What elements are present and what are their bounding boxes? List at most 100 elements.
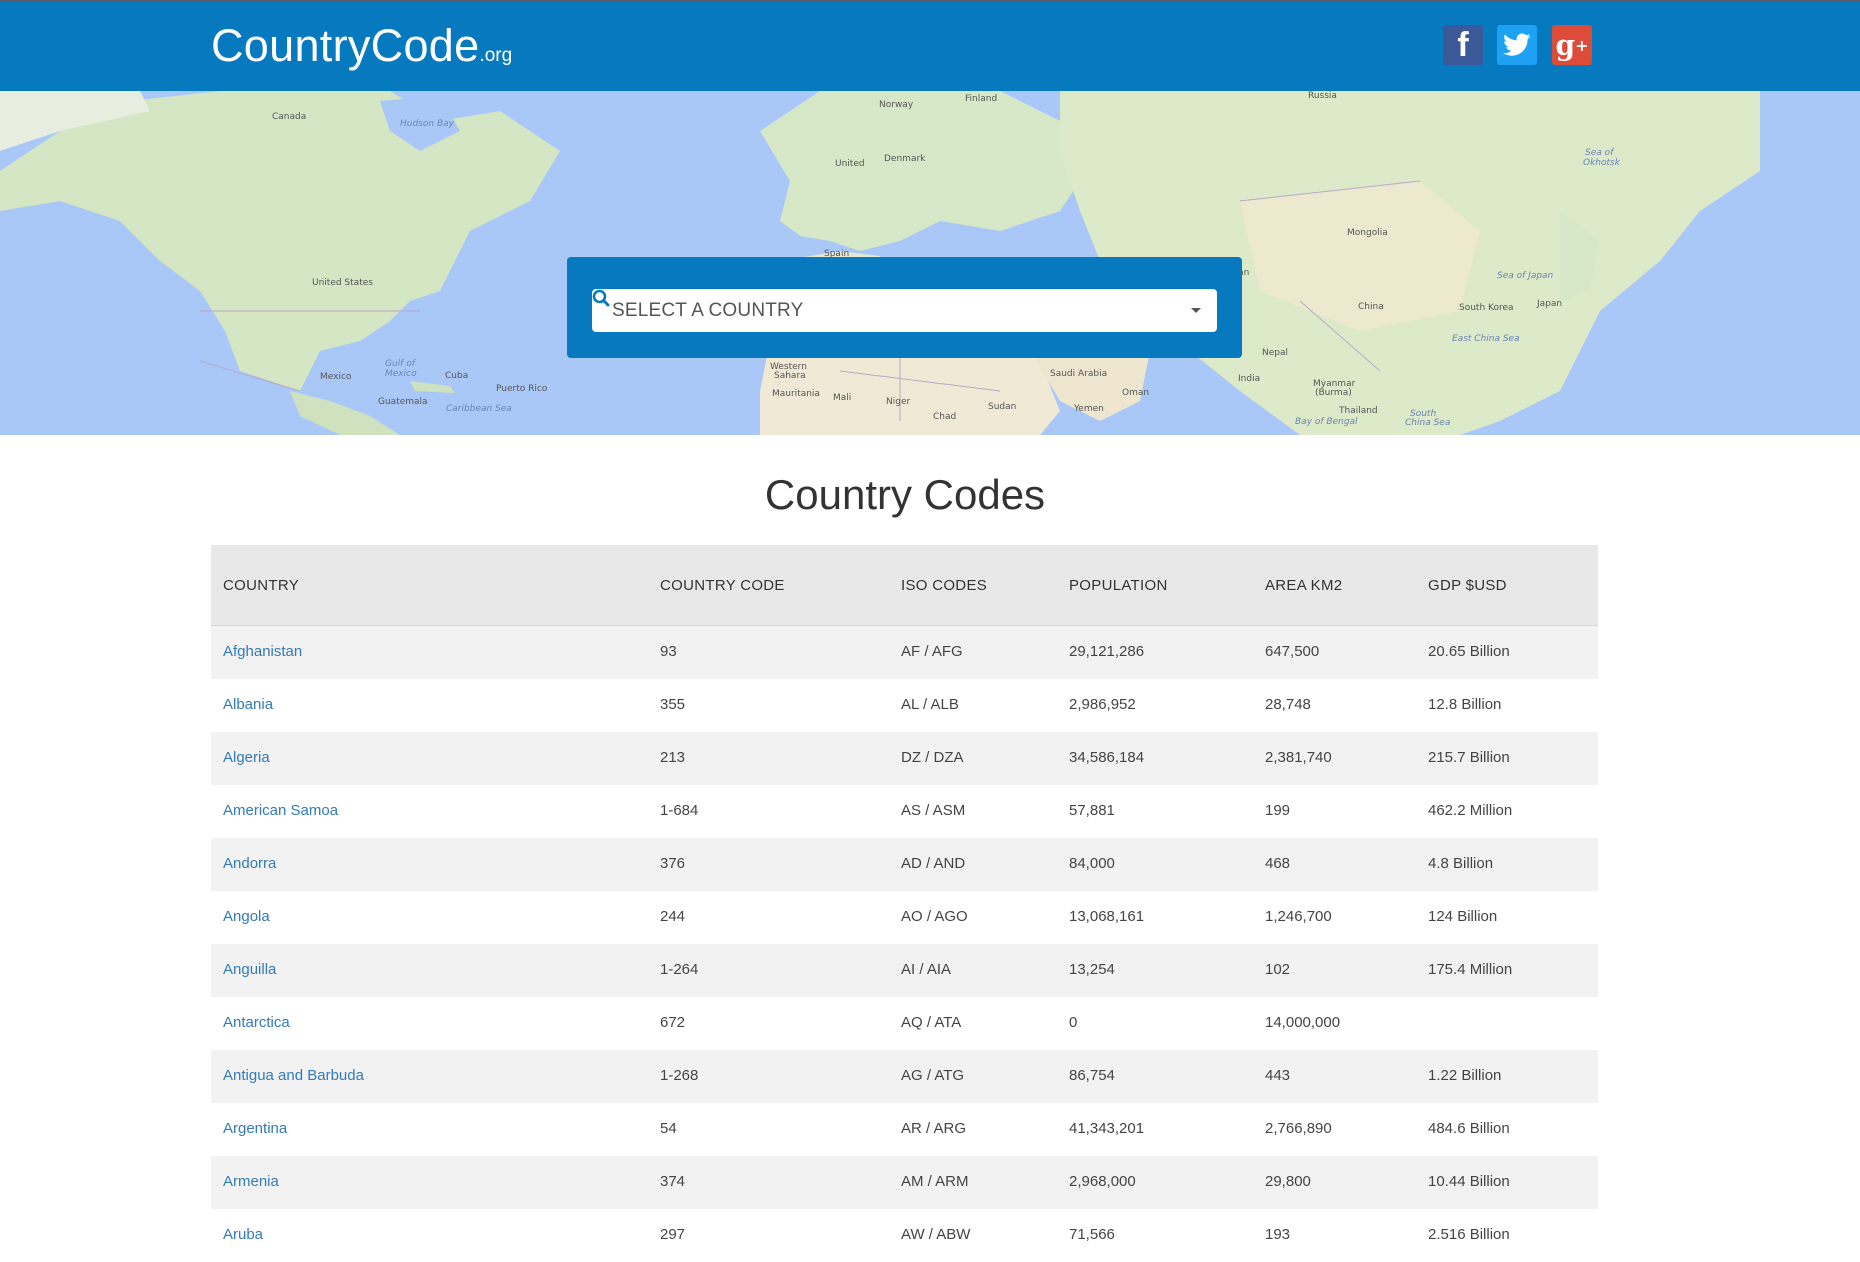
- iso-codes-cell: AS / ASM: [901, 802, 966, 819]
- population-cell: 2,986,952: [1069, 696, 1136, 713]
- country-link[interactable]: Angola: [223, 908, 270, 925]
- table-row: American Samoa 1-684 AS / ASM 57,881 199 462.…: [211, 785, 1598, 838]
- table-row: Afghanistan 93 AF / AFG 29,121,286 647,500 20…: [211, 626, 1598, 679]
- country-link[interactable]: Argentina: [223, 1120, 287, 1137]
- gdp-cell: 175.4 Million: [1428, 961, 1513, 978]
- area-cell: 1,246,700: [1265, 908, 1332, 925]
- country-link[interactable]: Andorra: [223, 855, 276, 872]
- area-cell: 647,500: [1265, 643, 1320, 660]
- world-map-banner: Canada Hudson Bay United States Mexico G…: [0, 91, 1860, 435]
- gdp-cell: 462.2 Million: [1428, 802, 1513, 819]
- table-row: Armenia 374 AM / ARM 2,968,000 29,800 10.44 B…: [211, 1156, 1598, 1209]
- svg-text:Nepal: Nepal: [1262, 348, 1288, 358]
- country-code-cell: 1-264: [660, 961, 699, 978]
- country-link[interactable]: Armenia: [223, 1173, 279, 1190]
- iso-codes-cell: AQ / ATA: [901, 1014, 962, 1031]
- iso-codes-cell: DZ / DZA: [901, 749, 964, 766]
- country-link[interactable]: American Samoa: [223, 802, 338, 819]
- header-gdp[interactable]: GDP $USD: [1428, 577, 1507, 594]
- svg-text:Yemen: Yemen: [1073, 404, 1104, 414]
- svg-text:China Sea: China Sea: [1405, 418, 1450, 428]
- svg-text:Thailand: Thailand: [1338, 406, 1378, 416]
- area-cell: 29,800: [1265, 1173, 1311, 1190]
- table-row: Argentina 54 AR / ARG 41,343,201 2,766,890 48…: [211, 1103, 1598, 1156]
- header-population[interactable]: POPULATION: [1069, 577, 1168, 594]
- country-link[interactable]: Aruba: [223, 1226, 263, 1243]
- svg-text:Okhotsk: Okhotsk: [1583, 158, 1621, 168]
- site-logo[interactable]: CountryCode.org: [211, 20, 512, 72]
- country-codes-table: COUNTRY COUNTRY CODE ISO CODES POPULATIO…: [211, 545, 1598, 1262]
- gdp-cell: 12.8 Billion: [1428, 696, 1502, 713]
- svg-text:Sahara: Sahara: [774, 371, 806, 381]
- country-link[interactable]: Afghanistan: [223, 643, 302, 660]
- country-code-cell: 376: [660, 855, 686, 872]
- svg-text:East China Sea: East China Sea: [1452, 334, 1520, 344]
- population-cell: 57,881: [1069, 802, 1115, 819]
- population-cell: 29,121,286: [1069, 643, 1145, 660]
- area-cell: 443: [1265, 1067, 1291, 1084]
- country-link[interactable]: Anguilla: [223, 961, 276, 978]
- iso-codes-cell: AR / ARG: [901, 1120, 967, 1137]
- iso-codes-cell: AG / ATG: [901, 1067, 965, 1084]
- svg-text:Sea of Japan: Sea of Japan: [1497, 271, 1554, 281]
- svg-text:Gulf of: Gulf of: [385, 359, 417, 369]
- gdp-cell: 484.6 Billion: [1428, 1120, 1510, 1137]
- header-area[interactable]: AREA KM2: [1265, 577, 1342, 594]
- chevron-down-icon: [1191, 308, 1201, 313]
- country-search-panel: SELECT A COUNTRY: [567, 257, 1242, 358]
- country-code-cell: 1-268: [660, 1067, 699, 1084]
- svg-text:Niger: Niger: [886, 397, 910, 407]
- area-cell: 2,381,740: [1265, 749, 1332, 766]
- iso-codes-cell: AF / AFG: [901, 643, 963, 660]
- svg-text:Russia: Russia: [1308, 91, 1337, 101]
- country-code-cell: 213: [660, 749, 686, 766]
- header-country[interactable]: COUNTRY: [223, 577, 299, 594]
- country-code-cell: 54: [660, 1120, 677, 1137]
- iso-codes-cell: AI / AIA: [901, 961, 952, 978]
- table-row: Albania 355 AL / ALB 2,986,952 28,748 12.8 Bi…: [211, 679, 1598, 732]
- svg-text:India: India: [1238, 374, 1260, 384]
- population-cell: 84,000: [1069, 855, 1115, 872]
- country-code-cell: 93: [660, 643, 677, 660]
- svg-text:Saudi Arabia: Saudi Arabia: [1050, 369, 1107, 379]
- area-cell: 199: [1265, 802, 1291, 819]
- svg-text:(Burma): (Burma): [1315, 388, 1352, 398]
- gdp-cell: 4.8 Billion: [1428, 855, 1494, 872]
- svg-text:Puerto Rico: Puerto Rico: [496, 384, 548, 394]
- svg-text:Norway: Norway: [879, 100, 914, 110]
- header-country-code[interactable]: COUNTRY CODE: [660, 577, 785, 594]
- svg-text:Oman: Oman: [1122, 388, 1149, 398]
- table-row: Aruba 297 AW / ABW 71,566 193 2.516 Billion: [211, 1209, 1598, 1262]
- table-row: Antarctica 672 AQ / ATA 0 14,000,000: [211, 997, 1598, 1050]
- table-row: Anguilla 1-264 AI / AIA 13,254 102 175.4 Mill…: [211, 944, 1598, 997]
- facebook-icon[interactable]: f: [1443, 25, 1483, 65]
- svg-text:Sea of: Sea of: [1585, 148, 1615, 158]
- table-row: Angola 244 AO / AGO 13,068,161 1,246,700 124 …: [211, 891, 1598, 944]
- iso-codes-cell: AO / AGO: [901, 908, 968, 925]
- logo-tld-text: .org: [479, 45, 513, 66]
- area-cell: 193: [1265, 1226, 1291, 1243]
- table-body: Afghanistan 93 AF / AFG 29,121,286 647,500 20…: [211, 626, 1598, 1262]
- gdp-cell: 215.7 Billion: [1428, 749, 1510, 766]
- select-country-dropdown[interactable]: SELECT A COUNTRY: [592, 289, 1217, 332]
- area-cell: 2,766,890: [1265, 1120, 1332, 1137]
- header-iso-codes[interactable]: ISO CODES: [901, 577, 987, 594]
- svg-text:Guatemala: Guatemala: [378, 397, 428, 407]
- top-navbar: CountryCode.org f g +: [0, 0, 1860, 91]
- population-cell: 0: [1069, 1014, 1078, 1031]
- country-link[interactable]: Algeria: [223, 749, 270, 766]
- country-code-cell: 1-684: [660, 802, 699, 819]
- gdp-cell: 2.516 Billion: [1428, 1226, 1510, 1243]
- svg-text:Mongolia: Mongolia: [1347, 228, 1388, 238]
- select-placeholder: SELECT A COUNTRY: [612, 299, 804, 321]
- table-row: Andorra 376 AD / AND 84,000 468 4.8 Billion: [211, 838, 1598, 891]
- country-code-cell: 244: [660, 908, 686, 925]
- country-link[interactable]: Antarctica: [223, 1014, 290, 1031]
- country-link[interactable]: Albania: [223, 696, 273, 713]
- iso-codes-cell: AL / ALB: [901, 696, 959, 713]
- population-cell: 13,254: [1069, 961, 1115, 978]
- twitter-icon[interactable]: [1497, 25, 1537, 65]
- google-plus-icon[interactable]: g +: [1552, 25, 1592, 65]
- country-link[interactable]: Antigua and Barbuda: [223, 1067, 364, 1084]
- country-code-cell: 297: [660, 1226, 686, 1243]
